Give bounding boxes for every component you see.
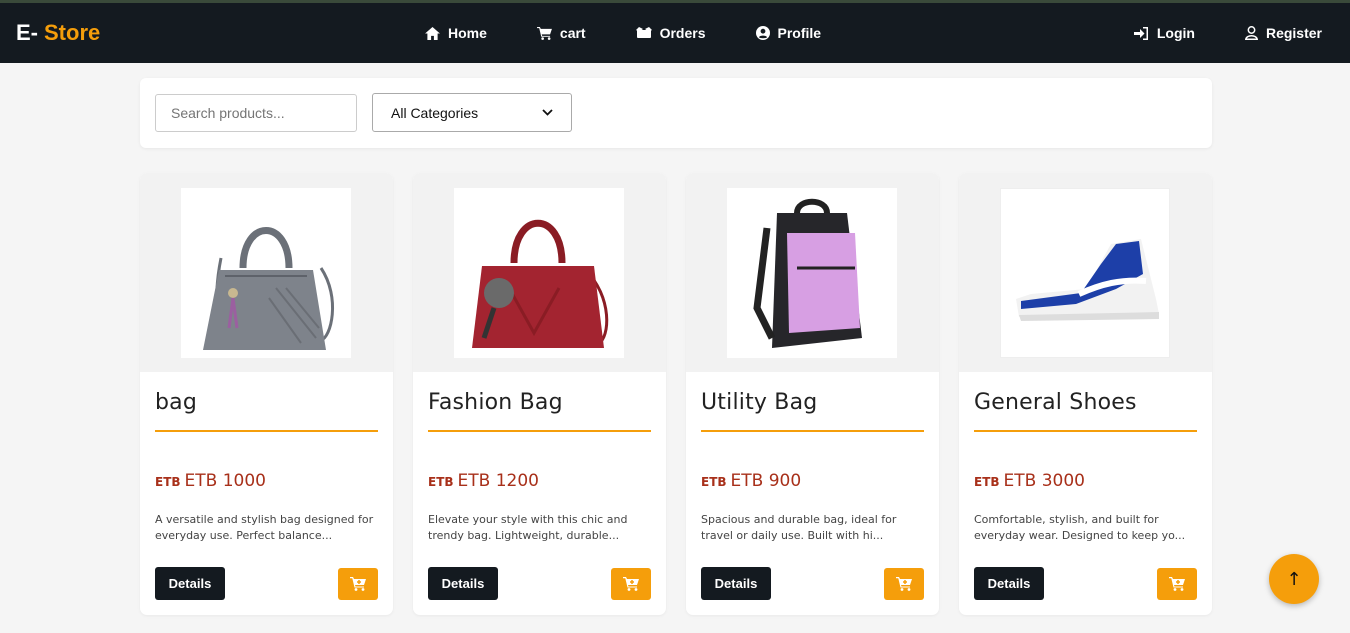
brand-logo[interactable]: E- Store [16, 3, 100, 63]
product-image-area [959, 173, 1212, 372]
chevron-down-icon [542, 109, 553, 116]
search-input[interactable] [155, 94, 357, 132]
nav-home[interactable]: Home [425, 25, 487, 41]
cart-plus-icon [896, 577, 912, 591]
user-icon [1244, 26, 1258, 40]
title-divider [974, 430, 1197, 432]
add-to-cart-button[interactable] [884, 568, 924, 600]
cart-icon [536, 26, 552, 40]
price-currency: ETB [428, 475, 454, 489]
main-nav: Home cart Orders Profile [425, 3, 821, 63]
details-button[interactable]: Details [974, 567, 1044, 600]
product-description: Spacious and durable bag, ideal for trav… [701, 513, 897, 542]
product-image-area [140, 173, 393, 372]
product-price: ETB ETB 1000 [155, 471, 266, 491]
product-description: A versatile and stylish bag designed for… [155, 513, 374, 542]
price-value: ETB 3000 [1003, 471, 1085, 491]
product-description: Elevate your style with this chic and tr… [428, 513, 628, 542]
nav-login[interactable]: Login [1133, 25, 1195, 41]
product-price: ETB ETB 900 [701, 471, 801, 491]
price-value: ETB 1200 [457, 471, 539, 491]
filter-bar: All Categories [140, 78, 1212, 148]
scroll-to-top-button[interactable]: ↑ [1269, 554, 1319, 604]
title-divider [428, 430, 651, 432]
nav-orders-label: Orders [659, 25, 706, 41]
nav-profile[interactable]: Profile [755, 25, 822, 41]
add-to-cart-button[interactable] [338, 568, 378, 600]
product-image[interactable] [727, 188, 897, 358]
product-title: Fashion Bag [428, 390, 563, 415]
details-button[interactable]: Details [428, 567, 498, 600]
category-select-value: All Categories [391, 104, 479, 121]
details-button[interactable]: Details [701, 567, 771, 600]
product-card: Utility Bag ETB ETB 900 Spacious and dura… [686, 173, 939, 615]
nav-orders[interactable]: Orders [635, 25, 706, 41]
product-card: bag ETB ETB 1000 A versatile and stylish … [140, 173, 393, 615]
product-image[interactable] [181, 188, 351, 358]
auth-nav: Login Register [1133, 3, 1322, 63]
product-price: ETB ETB 1200 [428, 471, 539, 491]
price-value: ETB 1000 [184, 471, 266, 491]
product-image[interactable] [454, 188, 624, 358]
cart-plus-icon [350, 577, 366, 591]
orders-icon [635, 27, 652, 38]
category-select[interactable]: All Categories [372, 93, 572, 132]
product-image-area [686, 173, 939, 372]
product-image-area [413, 173, 666, 372]
nav-profile-label: Profile [777, 25, 822, 41]
brand-prefix: E- [16, 20, 38, 45]
nav-cart-label: cart [559, 25, 586, 41]
details-button[interactable]: Details [155, 567, 225, 600]
product-card: Fashion Bag ETB ETB 1200 Elevate your sty… [413, 173, 666, 615]
brand-name: Store [44, 20, 101, 45]
product-price: ETB ETB 3000 [974, 471, 1085, 491]
add-to-cart-button[interactable] [1157, 568, 1197, 600]
nav-home-label: Home [448, 25, 487, 41]
add-to-cart-button[interactable] [611, 568, 651, 600]
price-value: ETB 900 [730, 471, 802, 491]
nav-register-label: Register [1265, 25, 1322, 41]
arrow-up-icon: ↑ [1286, 568, 1302, 590]
price-currency: ETB [701, 475, 727, 489]
user-circle-icon [755, 26, 770, 40]
navbar: E- Store Home cart Orders Profile Login … [0, 3, 1350, 63]
product-title: General Shoes [974, 390, 1137, 415]
product-title: Utility Bag [701, 390, 818, 415]
cart-plus-icon [1169, 577, 1185, 591]
product-image[interactable] [1000, 188, 1170, 358]
title-divider [701, 430, 924, 432]
price-currency: ETB [974, 475, 1000, 489]
login-icon [1133, 26, 1148, 40]
product-description: Comfortable, stylish, and built for ever… [974, 513, 1186, 542]
product-title: bag [155, 390, 198, 415]
nav-register[interactable]: Register [1244, 25, 1322, 41]
product-card: General Shoes ETB ETB 3000 Comfortable, s… [959, 173, 1212, 615]
title-divider [155, 430, 378, 432]
price-currency: ETB [155, 475, 181, 489]
nav-cart[interactable]: cart [536, 25, 586, 41]
home-icon [425, 26, 440, 40]
nav-login-label: Login [1156, 25, 1195, 41]
cart-plus-icon [623, 577, 639, 591]
